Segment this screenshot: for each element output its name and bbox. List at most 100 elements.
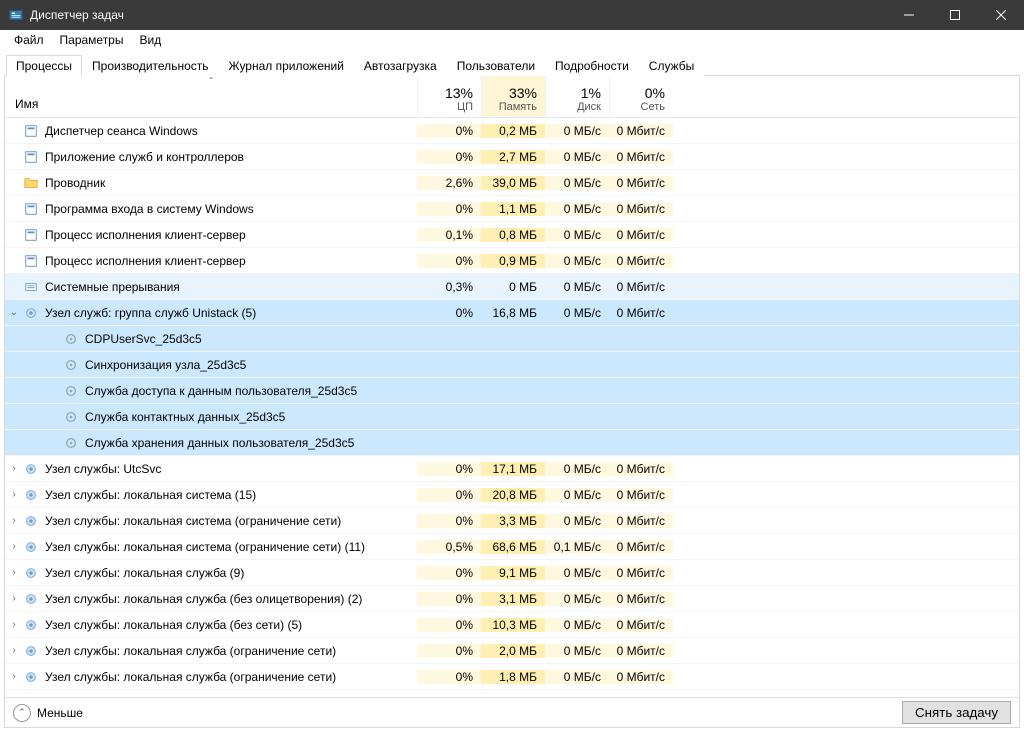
expand-icon[interactable]: › (5, 463, 23, 474)
cell-cpu: 0% (417, 202, 481, 216)
tab-processes[interactable]: Процессы (6, 55, 82, 76)
expand-icon[interactable]: › (5, 645, 23, 656)
table-row[interactable]: › Узел службы: локальная система (огранич… (5, 534, 1019, 560)
table-row[interactable]: Приложение служб и контроллеров0%2,7 МБ0… (5, 144, 1019, 170)
process-name-label: Узел службы: локальная служба (ограничен… (45, 644, 336, 658)
tab-apphistory[interactable]: Журнал приложений (219, 55, 354, 76)
process-name-cell: ⌄Узел служб: группа служб Unistack (5) (5, 305, 417, 321)
end-task-button[interactable]: Снять задачу (902, 701, 1011, 724)
expand-icon[interactable]: › (5, 515, 23, 526)
table-row[interactable]: Служба доступа к данным пользователя_25d… (5, 378, 1019, 404)
titlebar[interactable]: Диспетчер задач (0, 0, 1024, 30)
process-name-label: Процесс исполнения клиент-сервер (45, 228, 246, 242)
cell-dsk: 0 МБ/с (545, 670, 609, 684)
cell-cpu: 0% (417, 618, 481, 632)
svc-icon (63, 409, 79, 425)
expand-icon[interactable]: › (5, 593, 23, 604)
table-row[interactable]: Процесс исполнения клиент-сервер0,1%0,8 … (5, 222, 1019, 248)
process-name-label: Служба контактных данных_25d3c5 (85, 410, 285, 424)
table-row[interactable]: ›Узел службы: локальная служба (9)0%9,1 … (5, 560, 1019, 586)
fewer-details-button[interactable]: ⌃ Меньше (13, 704, 83, 722)
process-name-label: Узел службы: локальная служба (без олице… (45, 592, 362, 606)
process-name-cell: Процесс исполнения клиент-сервер (5, 253, 417, 269)
table-row[interactable]: Служба контактных данных_25d3c5 (5, 404, 1019, 430)
process-name-label: Узел службы: локальная система (ограниче… (45, 540, 365, 554)
sys-icon (23, 279, 39, 295)
cell-cpu: 0% (417, 670, 481, 684)
expand-icon[interactable]: › (5, 671, 23, 682)
table-row[interactable]: ›Узел службы: локальная система (огранич… (5, 508, 1019, 534)
process-name-label: Служба хранения данных пользователя_25d3… (85, 436, 354, 450)
cell-mem: 3,1 МБ (481, 592, 545, 606)
menu-view[interactable]: Вид (131, 31, 169, 49)
col-header-memory[interactable]: 33% Память (481, 76, 545, 117)
table-row[interactable]: Синхронизация узла_25d3c5 (5, 352, 1019, 378)
table-row[interactable]: Диспетчер сеанса Windows0%0,2 МБ0 МБ/с0 … (5, 118, 1019, 144)
table-row[interactable]: ⌄Узел служб: группа служб Unistack (5)0%… (5, 300, 1019, 326)
mem-label: Память (482, 101, 537, 113)
table-row[interactable]: › Узел службы: локальная служба (ограниче… (5, 638, 1019, 664)
cell-mem: 2,0 МБ (481, 644, 545, 658)
table-row[interactable]: Программа входа в систему Windows0%1,1 М… (5, 196, 1019, 222)
cell-mem: 0,9 МБ (481, 254, 545, 268)
col-header-disk[interactable]: 1% Диск (545, 76, 609, 117)
tab-users[interactable]: Пользователи (447, 55, 545, 76)
app-icon (23, 253, 39, 269)
cell-mem: 3,3 МБ (481, 514, 545, 528)
table-row[interactable]: ›Узел службы: UtcSvc0%17,1 МБ0 МБ/с0 Мби… (5, 456, 1019, 482)
table-row[interactable]: CDPUserSvc_25d3c5 (5, 326, 1019, 352)
menu-options[interactable]: Параметры (52, 31, 132, 49)
table-row[interactable]: ›Узел службы: локальная служба (без сети… (5, 612, 1019, 638)
cell-mem: 1,1 МБ (481, 202, 545, 216)
tab-services[interactable]: Службы (639, 55, 704, 76)
col-header-network[interactable]: 0% Сеть (609, 76, 673, 117)
process-name-cell: Системные прерывания (5, 279, 417, 295)
close-button[interactable] (978, 0, 1024, 30)
cell-cpu: 0% (417, 254, 481, 268)
cell-cpu: 0% (417, 566, 481, 580)
footer: ⌃ Меньше Снять задачу (5, 697, 1019, 727)
expand-icon[interactable]: › (5, 567, 23, 578)
maximize-button[interactable] (932, 0, 978, 30)
table-row[interactable]: Служба хранения данных пользователя_25d3… (5, 430, 1019, 456)
col-header-cpu[interactable]: 13% ЦП (417, 76, 481, 117)
expand-icon[interactable]: › (5, 619, 23, 630)
tab-startup[interactable]: Автозагрузка (354, 55, 447, 76)
gear-icon (23, 591, 39, 607)
process-name-cell: Проводник (5, 175, 417, 191)
process-name-cell: Приложение служб и контроллеров (5, 149, 417, 165)
expand-icon[interactable]: › (5, 541, 23, 552)
cell-dsk: 0 МБ/с (545, 618, 609, 632)
cell-cpu: 0% (417, 306, 481, 320)
chevron-up-icon: ⌃ (13, 704, 31, 722)
table-row[interactable]: Проводник2,6%39,0 МБ0 МБ/с0 Мбит/с (5, 170, 1019, 196)
gear-icon (23, 513, 39, 529)
table-row[interactable]: Системные прерывания0,3%0 МБ0 МБ/с0 Мбит… (5, 274, 1019, 300)
table-row[interactable]: › Узел службы: локальная служба (без олиц… (5, 586, 1019, 612)
tab-performance[interactable]: Производительность (82, 55, 218, 76)
process-name-label: Диспетчер сеанса Windows (45, 124, 198, 138)
expand-icon[interactable]: › (5, 489, 23, 500)
process-name-cell: Процесс исполнения клиент-сервер (5, 227, 417, 243)
process-name-label: Синхронизация узла_25d3c5 (85, 358, 246, 372)
table-row[interactable]: Процесс исполнения клиент-сервер0%0,9 МБ… (5, 248, 1019, 274)
table-row[interactable]: ›Узел службы: локальная служба (ограниче… (5, 690, 1019, 694)
col-header-name[interactable]: ⌃ Имя (5, 76, 417, 117)
gear-icon (23, 669, 39, 685)
cell-mem: 9,1 МБ (481, 566, 545, 580)
table-row[interactable]: › Узел службы: локальная служба (ограниче… (5, 664, 1019, 690)
minimize-button[interactable] (886, 0, 932, 30)
cell-net: 0 Мбит/с (609, 514, 673, 528)
menu-file[interactable]: Файл (6, 31, 52, 49)
process-name-label: Узел службы: локальная служба (ограничен… (45, 670, 336, 684)
app-icon (23, 149, 39, 165)
svc-icon (63, 383, 79, 399)
cell-mem: 0,8 МБ (481, 228, 545, 242)
process-list[interactable]: Диспетчер сеанса Windows0%0,2 МБ0 МБ/с0 … (5, 118, 1019, 694)
tab-details[interactable]: Подробности (545, 55, 639, 76)
table-row[interactable]: ›Узел службы: локальная система (15)0%20… (5, 482, 1019, 508)
window-title: Диспетчер задач (30, 8, 886, 22)
collapse-icon[interactable]: ⌄ (5, 307, 23, 318)
fewer-details-label: Меньше (37, 706, 83, 720)
process-name-label: Проводник (45, 176, 105, 190)
